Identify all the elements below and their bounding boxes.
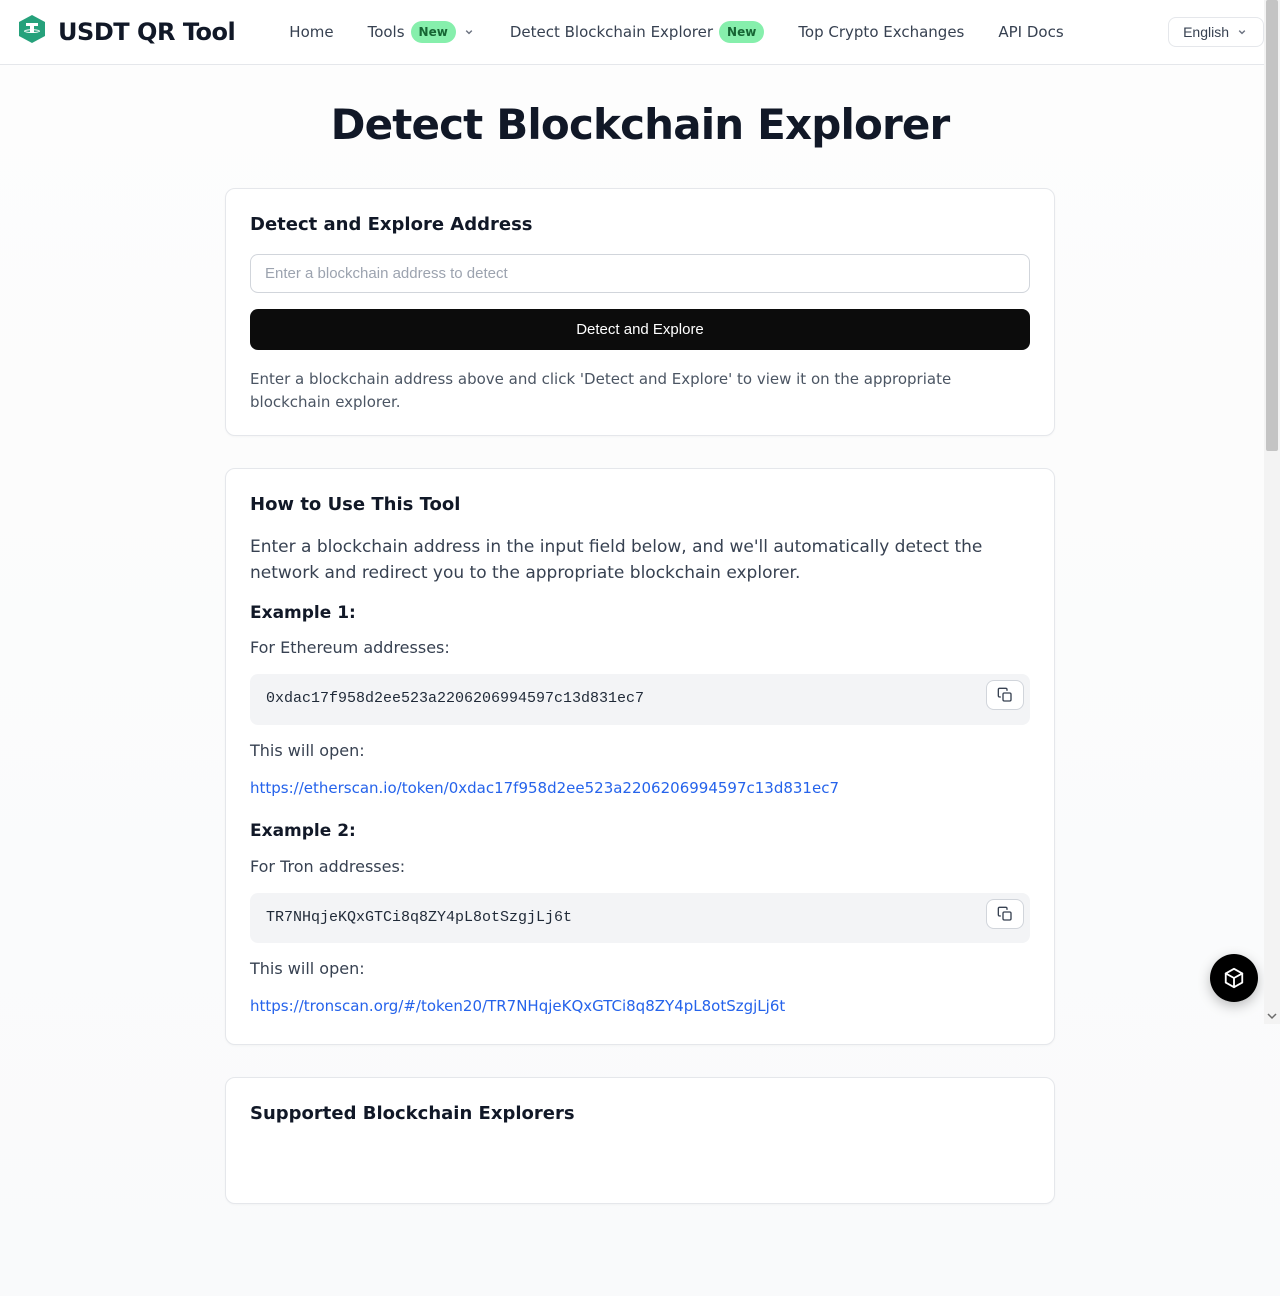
nav-api-docs[interactable]: API Docs — [984, 13, 1077, 52]
supported-card: Supported Blockchain Explorers — [225, 1077, 1055, 1204]
chevron-down-icon — [1235, 25, 1249, 39]
copy-icon — [997, 906, 1013, 922]
page-body: Detect Blockchain Explorer Detect and Ex… — [0, 65, 1280, 1296]
example-2-code-block: TR7NHqjeKQxGTCi8q8ZY4pL8otSzgjLj6t — [250, 893, 1030, 944]
nav-exchanges[interactable]: Top Crypto Exchanges — [784, 13, 978, 52]
example-2-label: For Tron addresses: — [250, 855, 1030, 879]
example-2-heading: Example 2: — [250, 819, 1030, 845]
chevron-down-icon — [462, 25, 476, 39]
nav-tools-label: Tools — [368, 21, 405, 44]
nav-exchanges-label: Top Crypto Exchanges — [798, 21, 964, 44]
example-2-copy-button[interactable] — [986, 899, 1024, 929]
nav-detect-explorer[interactable]: Detect Blockchain Explorer New — [496, 13, 778, 52]
page-scrollbar[interactable] — [1264, 0, 1280, 1024]
example-1-heading: Example 1: — [250, 601, 1030, 627]
example-1-code: 0xdac17f958d2ee523a2206206994597c13d831e… — [266, 690, 644, 707]
howto-card: How to Use This Tool Enter a blockchain … — [225, 468, 1055, 1045]
tether-logo-icon — [16, 13, 48, 52]
page-title: Detect Blockchain Explorer — [0, 65, 1280, 188]
nav-detect-label: Detect Blockchain Explorer — [510, 21, 713, 44]
brand-link[interactable]: USDT QR Tool — [16, 13, 235, 52]
nav-tools[interactable]: Tools New — [354, 13, 490, 52]
example-1-url[interactable]: https://etherscan.io/token/0xdac17f958d2… — [250, 777, 1030, 800]
language-selector[interactable]: English — [1168, 17, 1264, 47]
example-2-url[interactable]: https://tronscan.org/#/token20/TR7NHqjeK… — [250, 995, 1030, 1018]
nav-api-label: API Docs — [998, 21, 1063, 44]
fab-3d-button[interactable] — [1210, 954, 1258, 1002]
howto-heading: How to Use This Tool — [250, 491, 1030, 518]
example-1-copy-button[interactable] — [986, 680, 1024, 710]
example-1-open-label: This will open: — [250, 739, 1030, 763]
scroll-thumb[interactable] — [1266, 0, 1278, 451]
detect-card-heading: Detect and Explore Address — [250, 211, 1030, 238]
example-1-label: For Ethereum addresses: — [250, 636, 1030, 660]
example-2-open-label: This will open: — [250, 957, 1030, 981]
nav-detect-badge: New — [719, 21, 764, 43]
detect-and-explore-button[interactable]: Detect and Explore — [250, 309, 1030, 350]
nav-links: Home Tools New Detect Blockchain Explore… — [275, 13, 1077, 52]
nav-home[interactable]: Home — [275, 13, 347, 52]
detect-hint: Enter a blockchain address above and cli… — [250, 368, 1030, 413]
example-2-code: TR7NHqjeKQxGTCi8q8ZY4pL8otSzgjLj6t — [266, 909, 572, 926]
detect-card: Detect and Explore Address Detect and Ex… — [225, 188, 1055, 436]
navbar: USDT QR Tool Home Tools New Detect Block… — [0, 0, 1280, 65]
howto-intro: Enter a blockchain address in the input … — [250, 534, 1030, 587]
address-input[interactable] — [250, 254, 1030, 293]
nav-tools-badge: New — [411, 21, 456, 43]
box-3d-icon — [1223, 967, 1245, 989]
copy-icon — [997, 687, 1013, 703]
language-label: English — [1183, 24, 1229, 40]
scroll-down-arrow-icon[interactable] — [1264, 1008, 1280, 1024]
brand-name: USDT QR Tool — [58, 14, 235, 50]
example-1-code-block: 0xdac17f958d2ee523a2206206994597c13d831e… — [250, 674, 1030, 725]
nav-home-label: Home — [289, 21, 333, 44]
supported-heading: Supported Blockchain Explorers — [250, 1100, 1030, 1127]
